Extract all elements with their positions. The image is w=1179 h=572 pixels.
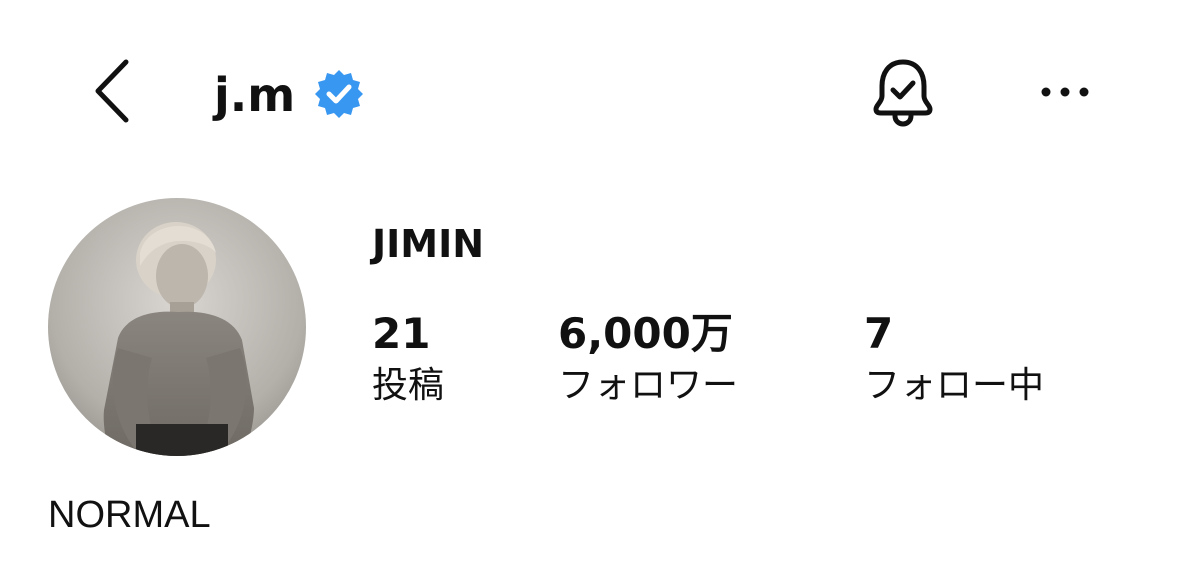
stat-posts[interactable]: 21 投稿 <box>372 308 444 412</box>
chevron-left-icon <box>95 59 129 123</box>
posts-count: 21 <box>372 309 431 358</box>
followers-count: 6,000万 <box>558 309 733 358</box>
followers-label: フォロワー <box>558 365 739 406</box>
notifications-bell-button[interactable] <box>868 56 938 128</box>
profile-bio: NORMAL <box>48 494 211 536</box>
username-text: j.m <box>214 68 296 122</box>
display-name: JIMIN <box>372 222 485 266</box>
posts-label: 投稿 <box>372 365 445 406</box>
profile-username: j.m <box>214 60 295 130</box>
verified-badge-icon <box>314 68 364 118</box>
more-options-button[interactable] <box>1036 72 1096 112</box>
stat-followers[interactable]: 6,000万 フォロワー <box>558 308 738 412</box>
following-count: 7 <box>864 309 894 358</box>
more-horizontal-icon <box>1041 87 1089 97</box>
avatar[interactable] <box>48 198 306 456</box>
stat-following[interactable]: 7 フォロー中 <box>864 308 1044 412</box>
following-label: フォロー中 <box>864 365 1045 406</box>
bell-check-icon <box>873 59 933 127</box>
back-button[interactable] <box>88 56 140 126</box>
